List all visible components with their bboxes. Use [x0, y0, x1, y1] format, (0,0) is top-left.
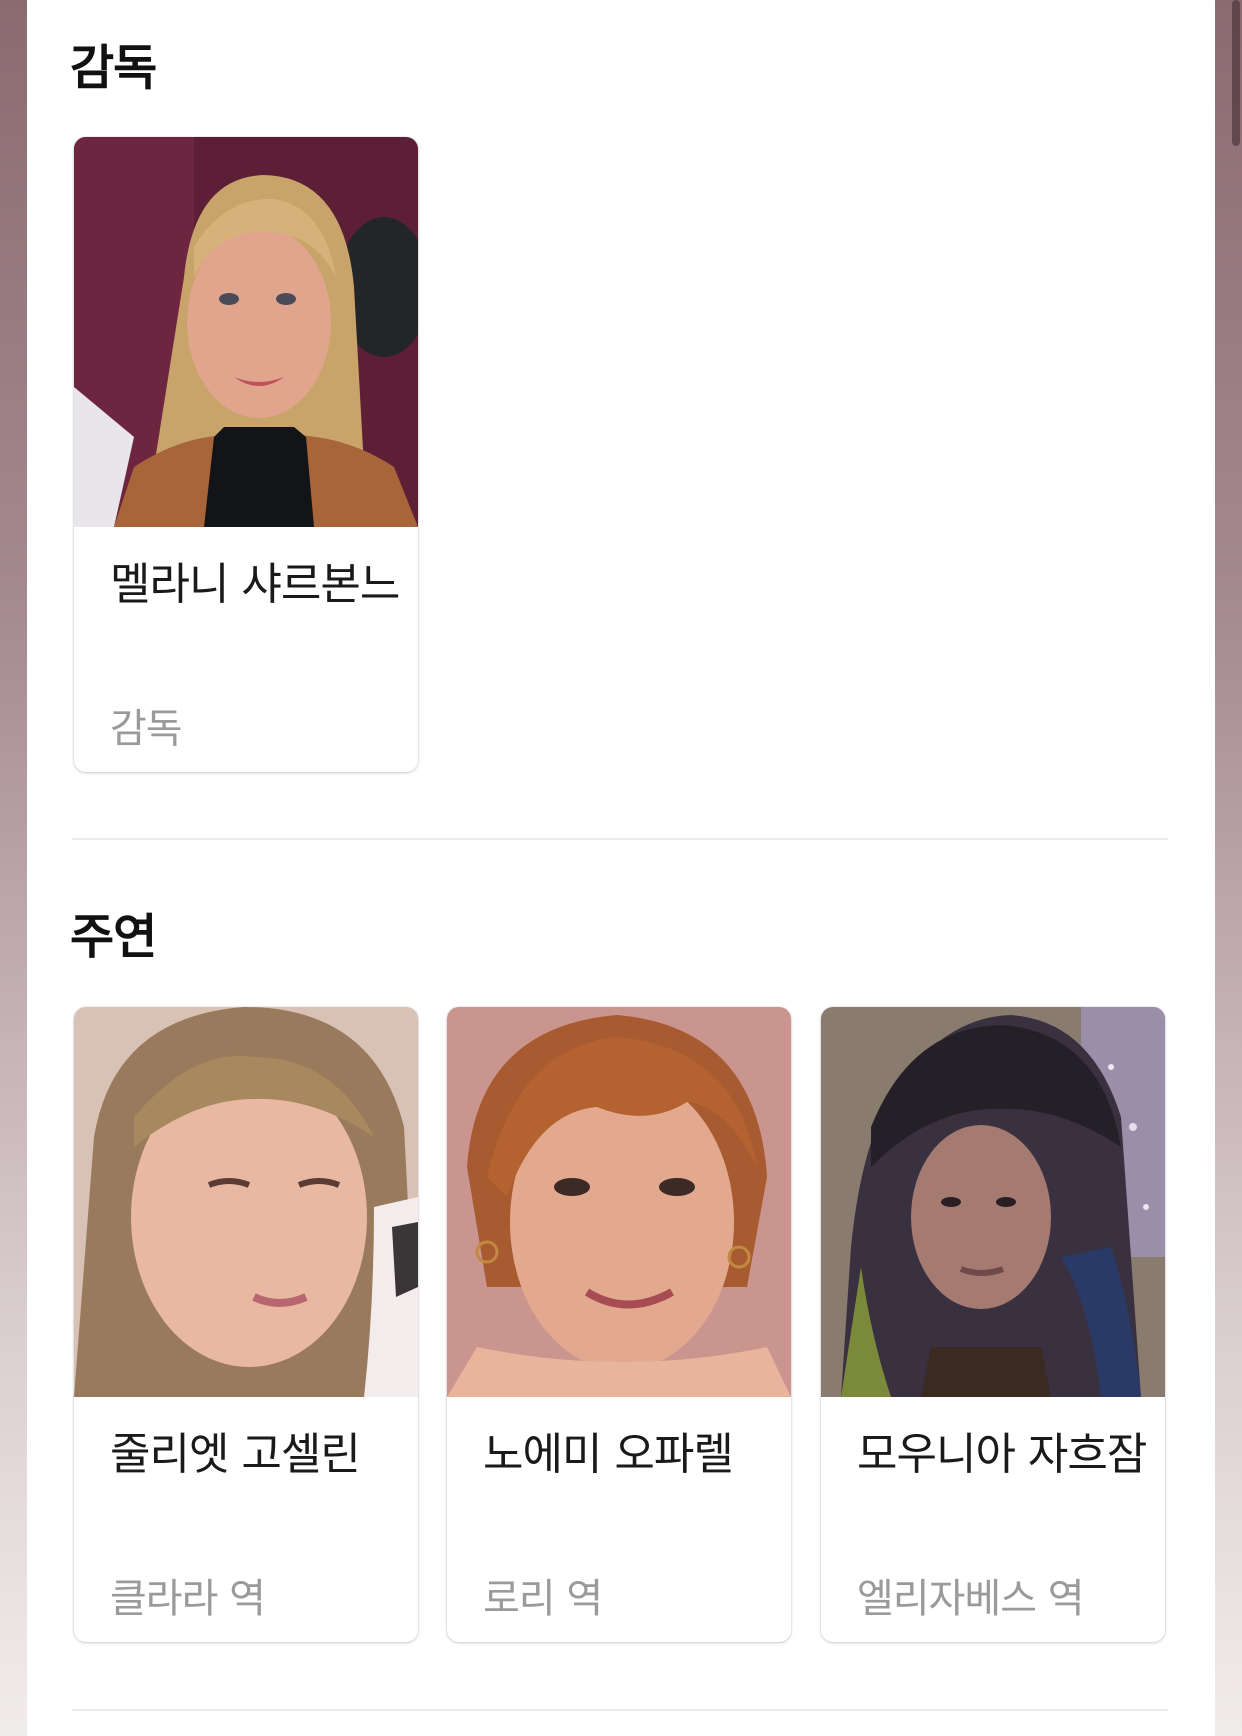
person-card-director[interactable]: 멜라니 샤르본느 감독 [74, 137, 418, 772]
person-name: 노에미 오파렐 [483, 1429, 734, 1480]
scrollbar-thumb[interactable] [1232, 0, 1240, 146]
section-title-cast: 주연 [70, 909, 157, 965]
section-title-director: 감독 [70, 40, 157, 96]
person-photo [447, 1007, 791, 1397]
person-photo [74, 1007, 418, 1397]
person-role: 엘리자베스 역 [857, 1576, 1085, 1622]
person-role: 감독 [110, 706, 183, 752]
person-name: 멜라니 샤르본느 [110, 559, 400, 610]
person-photo [821, 1007, 1165, 1397]
person-name: 모우니아 자흐잠 [857, 1429, 1147, 1480]
person-name: 줄리엣 고셀린 [110, 1429, 361, 1480]
person-card-cast-3[interactable]: 모우니아 자흐잠 엘리자베스 역 [821, 1007, 1165, 1642]
section-divider [72, 1709, 1168, 1711]
scrollbar[interactable] [1228, 0, 1242, 1736]
person-photo [74, 137, 418, 527]
person-card-cast-2[interactable]: 노에미 오파렐 로리 역 [447, 1007, 791, 1642]
person-card-cast-1[interactable]: 줄리엣 고셀린 클라라 역 [74, 1007, 418, 1642]
section-divider [72, 838, 1168, 840]
person-role: 클라라 역 [110, 1576, 266, 1622]
person-role: 로리 역 [483, 1576, 603, 1622]
